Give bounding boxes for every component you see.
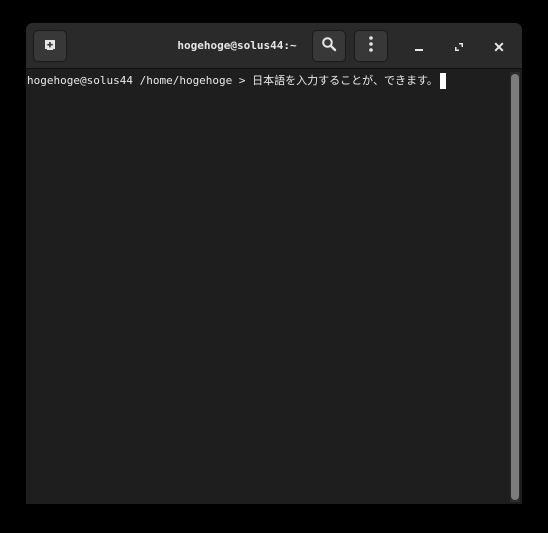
command-input-text: 日本語を入力することが、できます。: [252, 74, 438, 87]
maximize-button[interactable]: [447, 34, 471, 58]
window-title: hogehoge@solus44:~: [177, 39, 297, 52]
text-cursor: [439, 73, 446, 89]
new-tab-button[interactable]: [33, 30, 67, 62]
maximize-icon: [454, 37, 464, 56]
terminal-window: hogehoge@solus44:~ hogehoge@solus44 /hom…: [26, 23, 522, 504]
search-button[interactable]: [312, 30, 346, 62]
vertical-dots-icon: [369, 36, 373, 56]
headerbar: hogehoge@solus44:~: [26, 23, 522, 69]
prompt-line: hogehoge@solus44 /home/hogehoge > 日本語を入力…: [27, 73, 446, 89]
vertical-scrollbar[interactable]: [510, 72, 520, 502]
minimize-button[interactable]: [407, 34, 431, 58]
minimize-icon: [414, 37, 424, 56]
close-button[interactable]: [487, 34, 511, 58]
shell-prompt: hogehoge@solus44 /home/hogehoge >: [27, 74, 253, 87]
search-icon: [321, 36, 337, 56]
terminal-area[interactable]: hogehoge@solus44 /home/hogehoge > 日本語を入力…: [26, 69, 522, 504]
close-icon: [494, 37, 504, 56]
new-tab-icon: [43, 37, 57, 56]
menu-button[interactable]: [354, 30, 388, 62]
scrollbar-thumb[interactable]: [511, 74, 519, 500]
